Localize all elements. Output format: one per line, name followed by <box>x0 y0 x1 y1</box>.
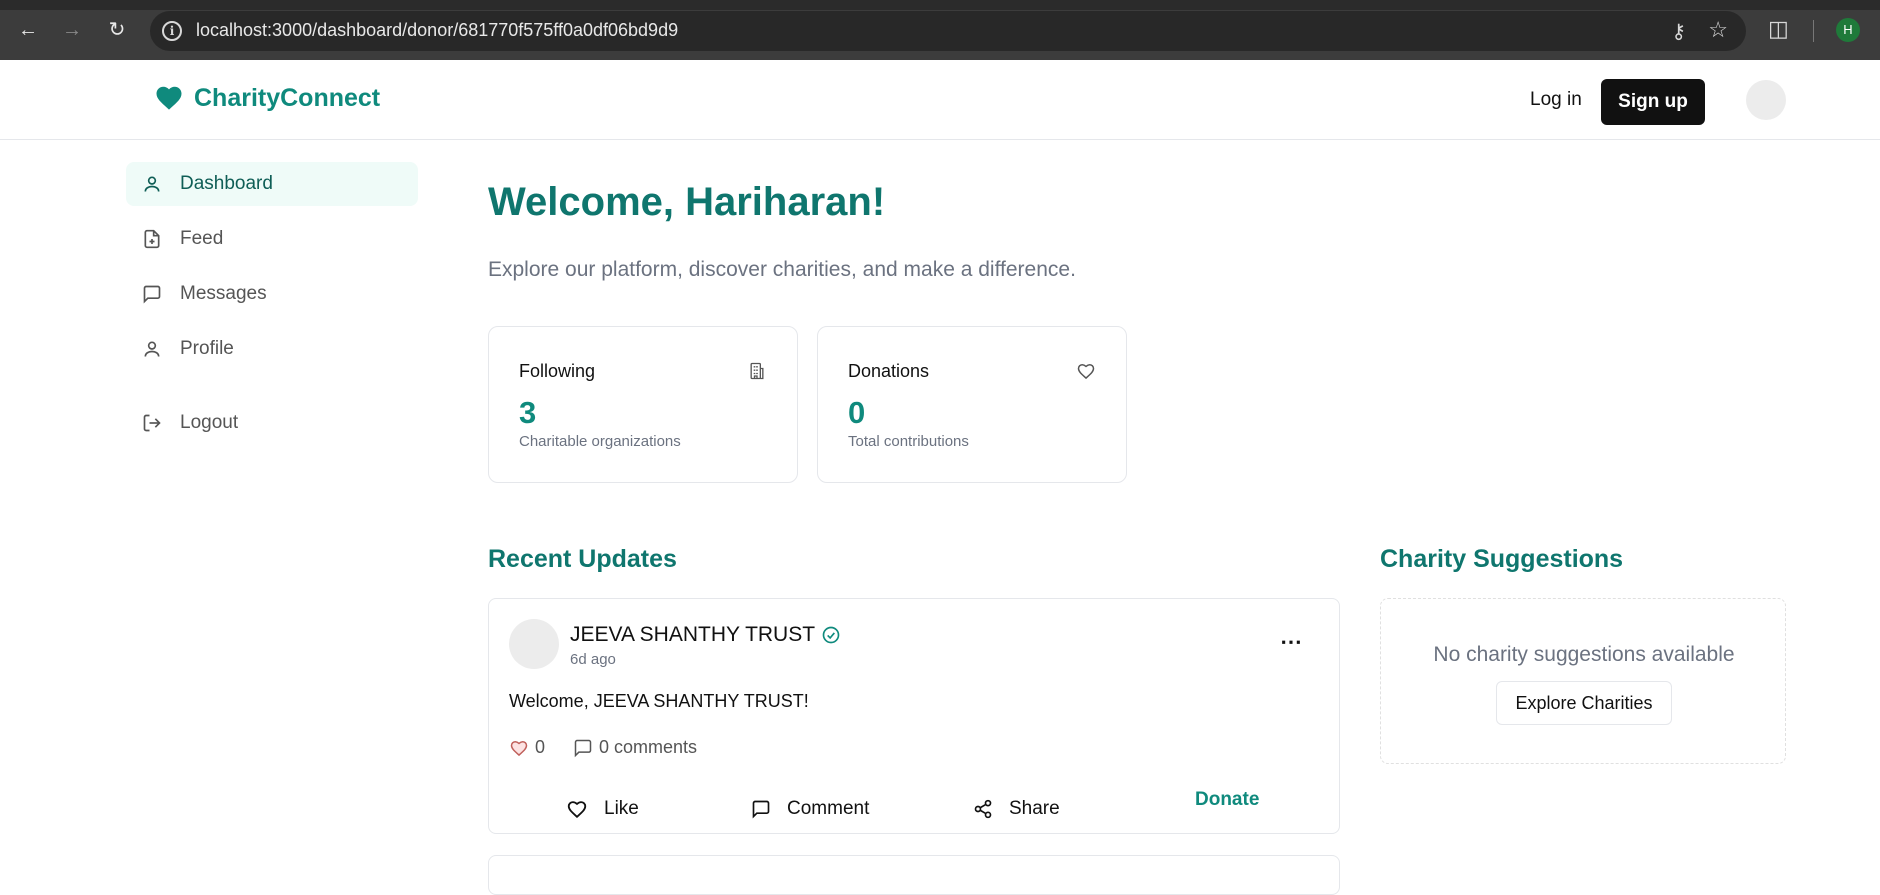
share-icon <box>974 799 992 819</box>
sidebar-item-label: Logout <box>180 412 239 433</box>
empty-state-text: No charity suggestions available <box>1433 643 1735 666</box>
login-link[interactable]: Log in <box>1530 89 1582 111</box>
sidebar-item-feed[interactable]: Feed <box>126 217 418 261</box>
post-author-avatar[interactable] <box>509 619 559 669</box>
message-square-icon <box>752 800 770 819</box>
password-key-icon[interactable]: ⚷ <box>1671 19 1686 44</box>
sidebar-item-messages[interactable]: Messages <box>126 272 418 316</box>
sidebar-item-logout[interactable]: Logout <box>126 401 418 445</box>
heart-icon <box>510 740 528 756</box>
likes-count: 0 <box>509 737 545 758</box>
sidebar-item-label: Dashboard <box>180 173 273 194</box>
comments-value: 0 comments <box>599 737 698 757</box>
more-options-icon[interactable]: ⋯ <box>1280 629 1303 655</box>
signup-button[interactable]: Sign up <box>1601 79 1705 125</box>
back-icon[interactable]: ← <box>14 16 42 44</box>
likes-value: 0 <box>535 737 546 757</box>
sidebar-item-label: Feed <box>180 228 224 249</box>
page-subtitle: Explore our platform, discover charities… <box>488 258 1076 281</box>
brand-logo[interactable]: CharityConnect <box>154 83 380 113</box>
page-title: Welcome, Hariharan! <box>488 180 886 224</box>
heart-icon <box>1077 363 1095 380</box>
share-button[interactable]: Share <box>973 798 1060 820</box>
building-icon <box>750 362 764 380</box>
heart-icon <box>567 801 587 819</box>
explore-charities-button[interactable]: Explore Charities <box>1496 681 1672 725</box>
stat-description: Total contributions <box>848 433 969 450</box>
app-header: CharityConnect Log in Sign up <box>0 60 1880 140</box>
charity-suggestions-heading: Charity Suggestions <box>1380 545 1624 573</box>
logout-icon <box>143 414 161 432</box>
message-square-icon <box>143 285 161 304</box>
comment-label: Comment <box>787 798 870 819</box>
following-stat-card: Following 3 Charitable organizations <box>488 326 798 483</box>
recent-updates-heading: Recent Updates <box>488 545 677 573</box>
donate-button[interactable]: Donate <box>1195 789 1259 811</box>
comments-count[interactable]: 0 comments <box>573 737 697 758</box>
share-label: Share <box>1009 798 1060 819</box>
charity-suggestions-card: No charity suggestions available Explore… <box>1380 598 1786 764</box>
post-stats: 0 0 comments <box>509 737 725 758</box>
user-avatar[interactable] <box>1746 80 1786 120</box>
url-text[interactable]: localhost:3000/dashboard/donor/681770f57… <box>196 20 678 41</box>
bookmark-star-icon[interactable]: ☆ <box>1708 17 1728 43</box>
stat-value: 3 <box>519 395 537 430</box>
file-plus-icon <box>144 229 160 249</box>
stat-label: Following <box>519 361 596 381</box>
extensions-icon[interactable]: ◫ <box>1768 16 1789 42</box>
stat-value: 0 <box>848 395 866 430</box>
stat-label: Donations <box>848 361 930 381</box>
forward-icon[interactable]: → <box>58 16 86 44</box>
post-actions: Like Comment Share Donate <box>489 789 1341 829</box>
site-info-icon[interactable]: i <box>162 21 182 41</box>
post-card <box>488 855 1340 895</box>
tab-strip <box>0 0 1880 10</box>
heart-logo-icon <box>156 86 182 110</box>
stat-description: Charitable organizations <box>519 433 681 450</box>
brand-name: CharityConnect <box>194 83 381 112</box>
reload-icon[interactable]: ↻ <box>103 16 131 44</box>
toolbar-divider <box>1813 20 1814 42</box>
sidebar: Dashboard Feed Messages Profile Logout <box>126 162 418 456</box>
sidebar-item-dashboard[interactable]: Dashboard <box>126 162 418 206</box>
post-author-label: JEEVA SHANTHY TRUST <box>570 623 816 646</box>
address-bar[interactable]: i localhost:3000/dashboard/donor/681770f… <box>150 11 1746 51</box>
browser-profile-avatar[interactable]: H <box>1836 18 1860 42</box>
user-icon <box>144 341 160 357</box>
browser-toolbar: ← → ↻ i localhost:3000/dashboard/donor/6… <box>0 0 1880 60</box>
user-icon <box>144 176 160 192</box>
verified-check-icon <box>822 626 840 644</box>
post-timestamp: 6d ago <box>570 651 616 668</box>
post-author-name[interactable]: JEEVA SHANTHY TRUST <box>570 623 841 647</box>
sidebar-item-label: Profile <box>180 338 234 359</box>
comment-button[interactable]: Comment <box>751 798 869 820</box>
like-button[interactable]: Like <box>566 798 639 820</box>
sidebar-item-profile[interactable]: Profile <box>126 327 418 371</box>
post-card: JEEVA SHANTHY TRUST 6d ago ⋯ Welcome, JE… <box>488 598 1340 834</box>
like-label: Like <box>604 798 639 819</box>
message-square-icon <box>574 739 592 757</box>
donations-stat-card: Donations 0 Total contributions <box>817 326 1127 483</box>
post-body: Welcome, JEEVA SHANTHY TRUST! <box>509 691 809 711</box>
sidebar-item-label: Messages <box>180 283 267 304</box>
